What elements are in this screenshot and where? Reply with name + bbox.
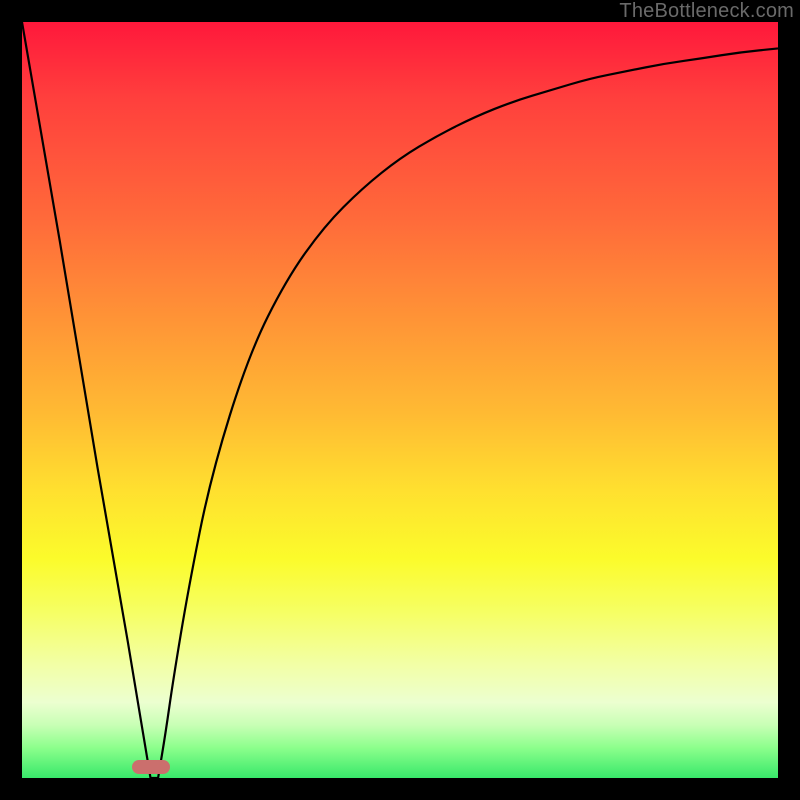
curve-svg	[22, 22, 778, 778]
bottleneck-curve	[22, 22, 778, 778]
watermark-text: TheBottleneck.com	[619, 0, 794, 23]
optimal-marker	[132, 760, 170, 774]
chart-frame: TheBottleneck.com	[0, 0, 800, 800]
plot-area	[22, 22, 778, 778]
